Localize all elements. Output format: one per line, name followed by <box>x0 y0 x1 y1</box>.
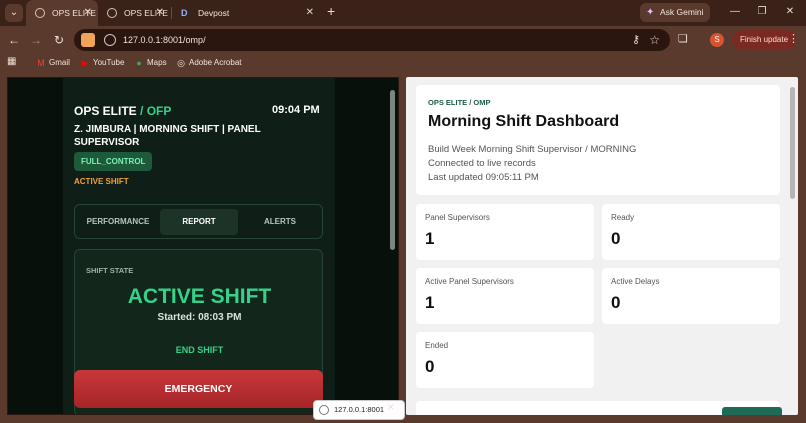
gmail-icon: M <box>37 58 45 68</box>
side-panel-icon[interactable] <box>81 33 95 47</box>
shift-state-label: SHIFT STATE <box>86 266 134 275</box>
brand-text: OPS ELITE <box>74 104 137 118</box>
tab-report[interactable]: REPORT <box>160 209 238 235</box>
maps-icon: ● <box>136 58 142 68</box>
bookmark-label: Adobe Acrobat <box>189 58 242 67</box>
last-updated: Last updated 09:05:11 PM <box>428 172 539 183</box>
forward-icon[interactable]: → <box>27 31 45 49</box>
password-key-icon[interactable]: ⚷ <box>632 29 640 51</box>
restore-icon[interactable]: ❐ <box>753 3 771 21</box>
stat-card-panel-supervisors: Panel Supervisors 1 <box>416 204 594 260</box>
tab-ops-elite-1[interactable]: OPS ELITE ✕ <box>26 0 98 26</box>
stat-label: Panel Supervisors <box>425 213 490 222</box>
reload-icon[interactable]: ↻ <box>50 31 68 49</box>
stat-card-active-panel-supervisors: Active Panel Supervisors 1 <box>416 268 594 324</box>
download-label: 127.0.0.1:8001 <box>334 405 385 414</box>
ofp-brand: OPS ELITE / OFP <box>74 104 171 118</box>
globe-icon <box>319 405 329 415</box>
close-icon[interactable]: ✕ <box>84 0 92 26</box>
gemini-sparkle-icon: ✦ <box>646 7 655 18</box>
split-view-content: OPS ELITE / OFP 09:04 PM Z. JIMBURA | MO… <box>0 72 806 423</box>
ofp-app: OPS ELITE / OFP 09:04 PM Z. JIMBURA | MO… <box>63 78 335 414</box>
tab-strip: ⌄ OPS ELITE ✕ OPS ELITE ✕ D Devpost ✕ + … <box>0 0 806 26</box>
url-text[interactable]: 127.0.0.1:8001/omp/ <box>123 29 206 51</box>
end-shift-button[interactable]: END SHIFT <box>75 345 324 355</box>
stat-card-active-delays: Active Delays 0 <box>602 268 780 324</box>
back-icon[interactable]: ← <box>5 31 23 49</box>
stat-value: 0 <box>425 357 435 376</box>
tab-devpost[interactable]: D Devpost ✕ <box>172 0 320 26</box>
stat-card-ready: Ready 0 <box>602 204 780 260</box>
profile-avatar[interactable]: S <box>710 33 724 47</box>
stat-value: 0 <box>611 293 621 312</box>
window-close-icon[interactable]: ✕ <box>781 3 799 21</box>
bookmark-youtube[interactable]: ▶ YouTube <box>80 56 125 70</box>
omp-pane: OPS ELITE / OMP Morning Shift Dashboard … <box>406 77 798 415</box>
dashboard-subtitle: Build Week Morning Shift Supervisor / MO… <box>428 143 636 185</box>
tab-search-icon[interactable]: ⌄ <box>5 4 23 22</box>
active-shift-label: ACTIVE SHIFT <box>74 177 129 186</box>
scrollbar[interactable] <box>790 87 795 199</box>
records-card <box>416 401 782 415</box>
bookmark-label: YouTube <box>93 58 125 67</box>
supervisor-line: Build Week Morning Shift Supervisor / MO… <box>428 144 637 155</box>
close-icon[interactable]: ✕ <box>387 402 395 413</box>
site-info-icon[interactable] <box>104 34 116 46</box>
globe-icon <box>107 8 117 18</box>
bookmark-gmail[interactable]: M Gmail <box>36 56 70 70</box>
stat-label: Active Delays <box>611 277 660 286</box>
tab-alerts[interactable]: ALERTS <box>241 209 319 235</box>
tab-title: Devpost <box>198 8 230 18</box>
acrobat-icon: ◎ <box>177 58 185 68</box>
extensions-icon[interactable]: ❏ <box>678 32 688 45</box>
stat-label: Ended <box>425 341 449 350</box>
youtube-icon: ▶ <box>81 58 89 68</box>
devpost-icon: D <box>181 8 188 18</box>
ask-gemini-label: Ask Gemini <box>660 7 704 17</box>
page-title: Morning Shift Dashboard <box>428 113 620 130</box>
ofp-tab-bar: PERFORMANCE REPORT ALERTS <box>74 204 323 239</box>
bookmark-maps[interactable]: ● Maps <box>134 56 167 70</box>
shift-state-value: ACTIVE SHIFT <box>127 285 272 308</box>
emergency-button[interactable]: EMERGENCY <box>74 370 323 408</box>
ofp-pane: OPS ELITE / OFP 09:04 PM Z. JIMBURA | MO… <box>7 77 399 415</box>
minimize-icon[interactable]: — <box>726 3 744 21</box>
connection-status: Connected to live records <box>428 158 536 169</box>
bookmark-star-icon[interactable]: ☆ <box>649 29 660 51</box>
browser-toolbar: ← → ↻ 127.0.0.1:8001/omp/ ⚷ ☆ ❏ S Finish… <box>0 26 806 54</box>
stat-label: Ready <box>611 213 635 222</box>
finish-update-button[interactable]: Finish update <box>732 30 797 50</box>
stat-label: Active Panel Supervisors <box>425 277 514 286</box>
close-icon[interactable]: ✕ <box>306 0 314 26</box>
records-action-button[interactable] <box>722 407 782 415</box>
dashboard-kicker: OPS ELITE / OMP <box>428 98 491 107</box>
user-shift-line: Z. JIMBURA | MORNING SHIFT | PANEL SUPER… <box>74 124 261 148</box>
scrollbar[interactable] <box>390 90 395 250</box>
menu-kebab-icon[interactable]: ⋮ <box>788 32 799 45</box>
apps-grid-icon[interactable]: ▦ <box>7 57 17 67</box>
tab-performance[interactable]: PERFORMANCE <box>79 209 157 235</box>
dashboard-header-card: OPS ELITE / OMP Morning Shift Dashboard … <box>416 85 780 195</box>
address-bar[interactable]: 127.0.0.1:8001/omp/ ⚷ ☆ <box>74 29 670 51</box>
stat-card-ended: Ended 0 <box>416 332 594 388</box>
new-tab-button[interactable]: + <box>327 3 335 19</box>
brand-suffix: / OFP <box>140 104 172 118</box>
shift-started-time: Started: 08:03 PM <box>157 312 242 323</box>
ask-gemini-button[interactable]: ✦ Ask Gemini <box>640 3 711 22</box>
tab-ops-elite-2[interactable]: OPS ELITE ✕ <box>98 0 170 26</box>
permission-badge: FULL_CONTROL <box>74 152 153 171</box>
bookmark-acrobat[interactable]: ◎ Adobe Acrobat <box>176 56 241 70</box>
bookmark-label: Gmail <box>49 58 70 67</box>
close-icon[interactable]: ✕ <box>156 0 164 26</box>
clock-time: 09:04 PM <box>272 104 320 116</box>
stat-value: 1 <box>425 293 435 312</box>
globe-icon <box>35 8 45 18</box>
stat-value: 1 <box>425 229 435 248</box>
bookmark-label: Maps <box>147 58 167 67</box>
stat-value: 0 <box>611 229 621 248</box>
